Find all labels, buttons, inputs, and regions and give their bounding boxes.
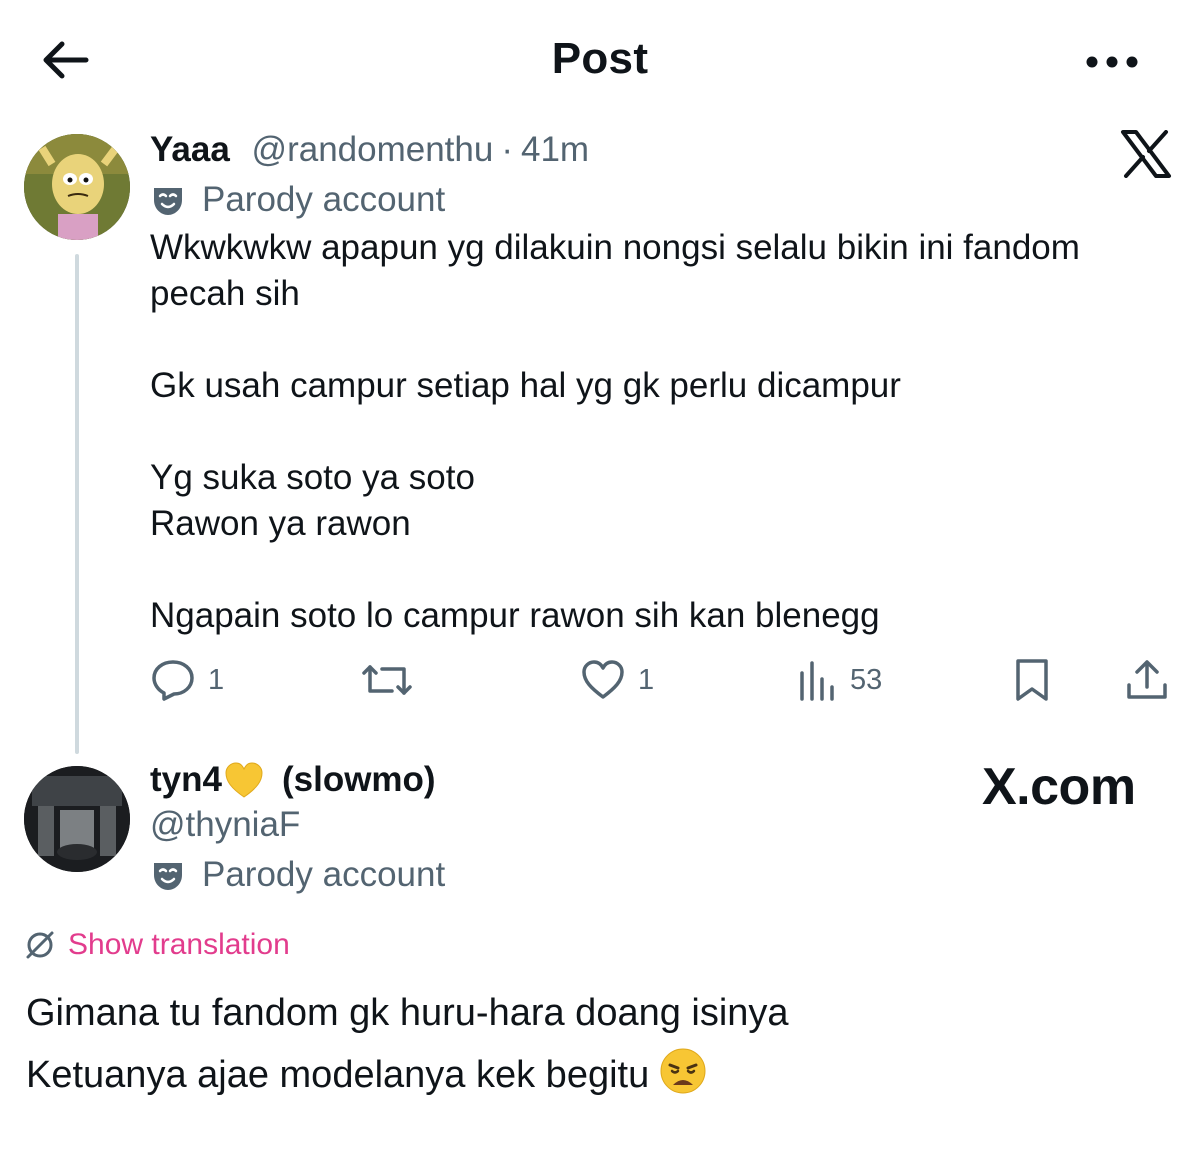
translate-globe-icon — [26, 931, 54, 959]
reply-display-name-suffix: (slowmo) — [281, 760, 436, 799]
parody-label: Parody account — [202, 180, 446, 219]
post-time[interactable]: 41m — [521, 130, 589, 169]
share-icon — [1127, 660, 1167, 699]
repost-icon — [362, 665, 412, 695]
bookmark-button[interactable] — [1012, 652, 1052, 708]
post-author-row: Yaaa @randomenthu · 41m — [150, 130, 589, 170]
like-count: 1 — [638, 663, 655, 696]
page-title: Post — [551, 34, 649, 83]
like-button[interactable]: 1 — [580, 652, 654, 708]
post-text: Wkwkwkw apapun yg dilakuin nongsi selalu… — [150, 228, 1080, 635]
xcom-watermark: X.com — [982, 758, 1136, 816]
bookmark-icon — [1016, 659, 1048, 701]
theater-mask-icon — [154, 188, 182, 215]
more-options-button[interactable] — [1082, 50, 1142, 74]
parody-badge: Parody account — [150, 855, 445, 895]
reply-author-name[interactable]: tyn4 (slowmo) — [150, 760, 436, 800]
reply-icon — [152, 660, 194, 701]
x-logo-icon — [1120, 130, 1172, 178]
more-horizontal-icon — [1086, 56, 1138, 68]
repost-button[interactable] — [362, 652, 424, 708]
parody-badge: Parody account — [150, 180, 445, 220]
author-handle[interactable]: @randomenthu — [252, 130, 494, 169]
reply-author-handle[interactable]: @thyniaF — [150, 805, 300, 845]
theater-mask-icon — [154, 863, 182, 890]
avatar[interactable] — [24, 134, 130, 240]
avatar-room-photo — [24, 766, 130, 872]
share-button[interactable] — [1124, 652, 1170, 708]
show-translation-button[interactable]: Show translation — [24, 928, 290, 962]
avatar[interactable] — [24, 766, 130, 872]
weary-face-emoji — [660, 1048, 706, 1094]
reply-display-name: tyn4 — [150, 760, 222, 799]
views-button[interactable]: 53 — [798, 652, 882, 708]
heart-icon — [582, 660, 624, 699]
avatar-cartoon-image — [24, 134, 130, 240]
thread-line — [75, 254, 79, 754]
reply-button[interactable]: 1 — [150, 652, 224, 708]
post-actions-bar: 1 1 53 — [150, 652, 1180, 708]
reply-count: 1 — [208, 663, 225, 696]
show-translation-label: Show translation — [68, 928, 290, 961]
analytics-bars-icon — [800, 661, 834, 701]
parody-label: Parody account — [202, 855, 446, 894]
author-display-name[interactable]: Yaaa — [150, 130, 230, 169]
yellow-heart-emoji — [225, 762, 263, 798]
reply-text: Gimana tu fandom gk huru-hara doang isin… — [26, 982, 1176, 1106]
time-separator: · — [501, 130, 513, 169]
views-count: 53 — [850, 663, 883, 696]
